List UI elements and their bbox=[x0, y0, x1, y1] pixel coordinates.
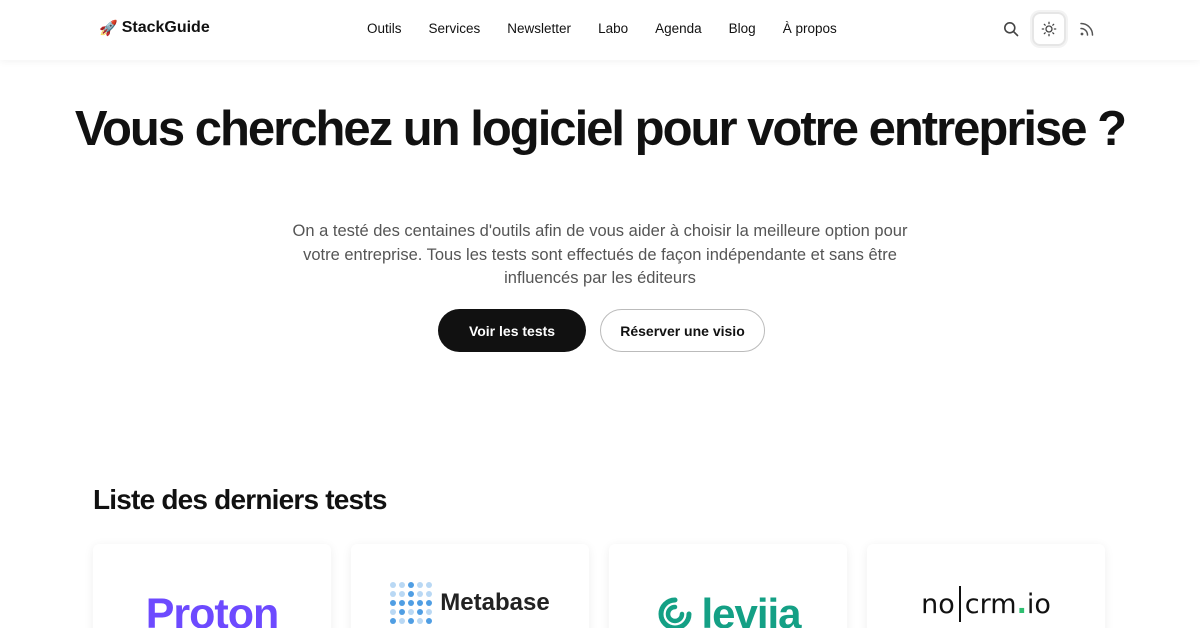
proton-logo: Proton bbox=[93, 588, 331, 628]
nocrm-logo-crm: crm bbox=[964, 588, 1017, 620]
leviia-logo: leviia bbox=[609, 590, 847, 628]
nocrm-logo-bar bbox=[958, 586, 961, 622]
header-actions bbox=[994, 12, 1104, 46]
nav-link-agenda[interactable]: Agenda bbox=[655, 21, 702, 36]
site-logo[interactable]: 🚀 StackGuide bbox=[99, 19, 210, 37]
nav-link-newsletter[interactable]: Newsletter bbox=[507, 21, 571, 36]
nav-link-a-propos[interactable]: À propos bbox=[783, 21, 837, 36]
sun-icon bbox=[1041, 21, 1057, 37]
logo-text: StackGuide bbox=[121, 19, 210, 36]
nav-link-blog[interactable]: Blog bbox=[729, 21, 756, 36]
nocrm-logo: no crm . io bbox=[867, 586, 1105, 622]
search-button[interactable] bbox=[994, 12, 1028, 46]
leviia-logo-text: leviia bbox=[701, 590, 801, 628]
site-header: 🚀 StackGuide Outils Services Newsletter … bbox=[0, 0, 1200, 60]
tests-list: Proton Metabase leviia no crm . io bbox=[93, 544, 1105, 628]
nocrm-logo-io: io bbox=[1026, 588, 1051, 620]
hero-title: Vous cherchez un logiciel pour votre ent… bbox=[74, 102, 1127, 156]
nocrm-logo-no: no bbox=[921, 588, 955, 620]
proton-logo-text: Proton bbox=[145, 590, 280, 628]
nav-link-labo[interactable]: Labo bbox=[598, 21, 628, 36]
rss-icon bbox=[1080, 22, 1094, 36]
see-tests-button[interactable]: Voir les tests bbox=[438, 309, 586, 352]
theme-toggle-button[interactable] bbox=[1032, 12, 1066, 46]
nocrm-logo-dot: . bbox=[1016, 588, 1027, 620]
metabase-logo-text: Metabase bbox=[440, 589, 550, 616]
rss-button[interactable] bbox=[1070, 12, 1104, 46]
test-card-proton[interactable]: Proton bbox=[93, 544, 331, 628]
book-visio-button[interactable]: Réserver une visio bbox=[600, 309, 765, 352]
search-icon bbox=[1004, 22, 1019, 37]
test-card-nocrm[interactable]: no crm . io bbox=[867, 544, 1105, 628]
test-card-metabase[interactable]: Metabase bbox=[351, 544, 589, 628]
latest-tests-title: Liste des derniers tests bbox=[93, 484, 387, 515]
leviia-swirl-icon bbox=[658, 597, 692, 628]
nav-link-services[interactable]: Services bbox=[429, 21, 481, 36]
nav-link-outils[interactable]: Outils bbox=[367, 21, 402, 36]
hero-subtitle: On a testé des centaines d'outils afin d… bbox=[292, 222, 908, 287]
metabase-dots-icon bbox=[390, 582, 433, 624]
rocket-icon: 🚀 bbox=[99, 19, 118, 37]
metabase-logo: Metabase bbox=[351, 582, 589, 624]
test-card-leviia[interactable]: leviia bbox=[609, 544, 847, 628]
main-nav: Outils Services Newsletter Labo Agenda B… bbox=[367, 21, 837, 36]
